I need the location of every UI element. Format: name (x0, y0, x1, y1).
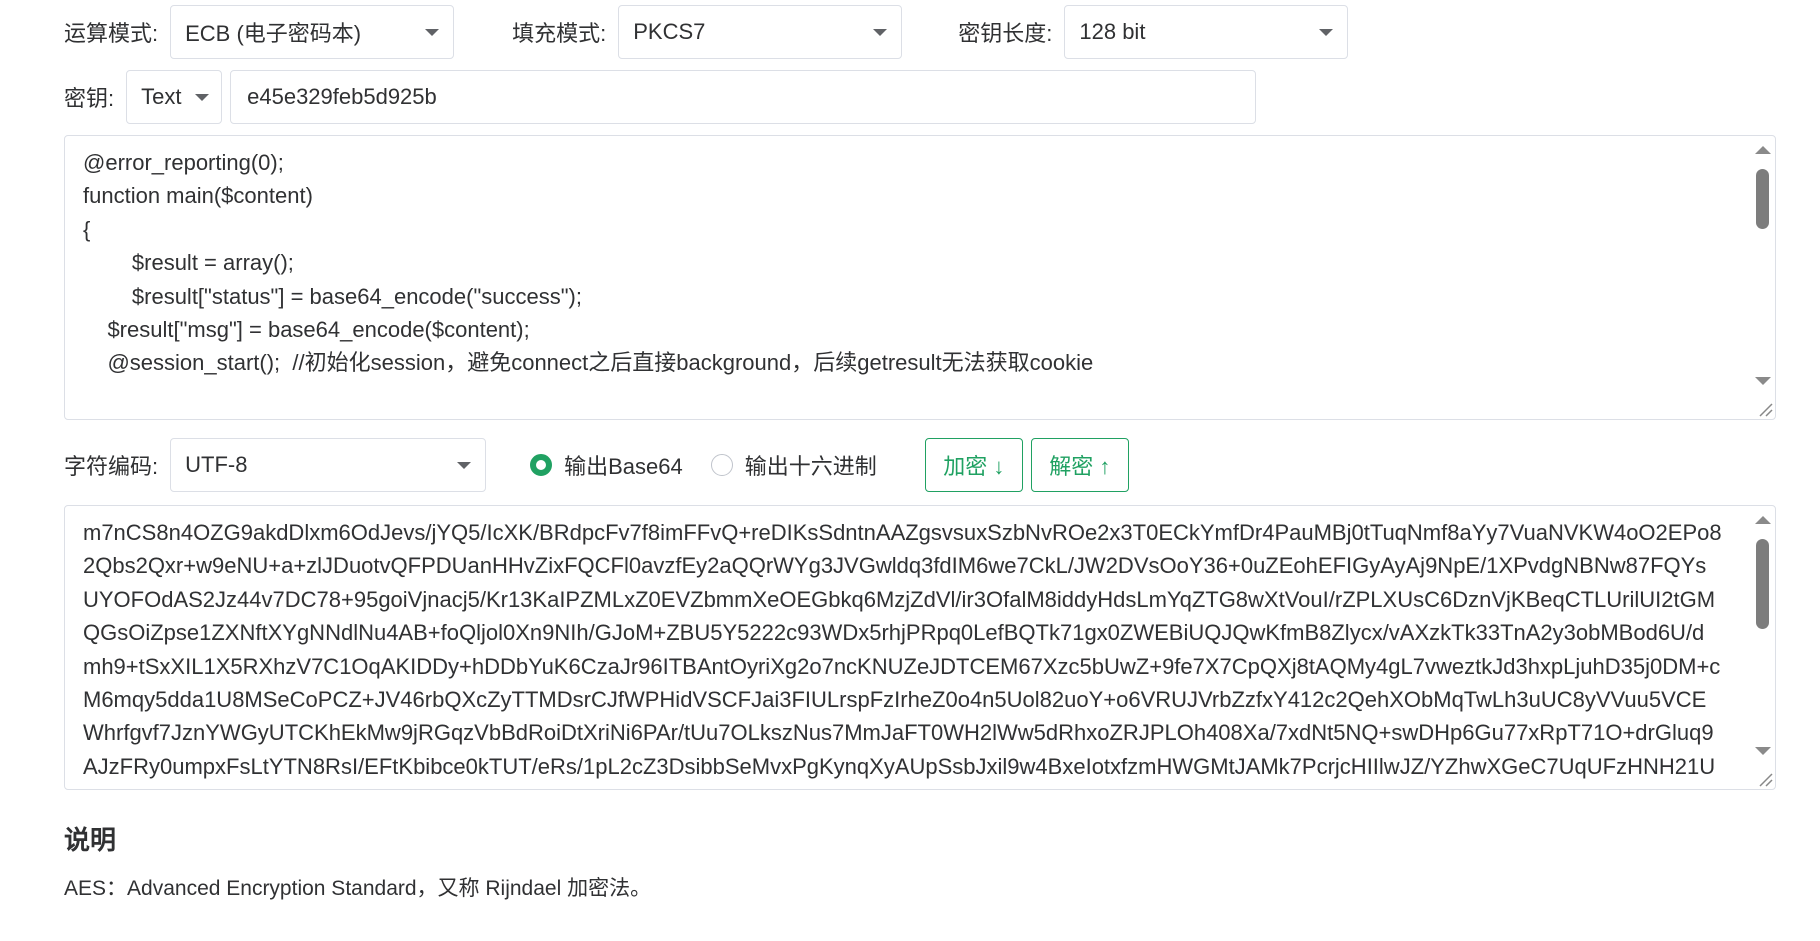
padding-select[interactable]: PKCS7 (618, 5, 903, 59)
code-line: @session_start(); //初始化session，避免connect… (83, 350, 1094, 376)
mode-value: ECB (电子密码本) (185, 21, 362, 46)
code-line: @error_reporting(0); (83, 150, 284, 175)
mode-label: 运算模式: (64, 21, 159, 46)
plaintext-content: @error_reporting(0); function main($conte… (83, 146, 1735, 380)
charset-label: 字符编码: (64, 454, 159, 479)
cipher-line: QGsOiZpse1ZXNftXYgNNdlNu4AB+foQljol0Xn9N… (83, 620, 1705, 646)
chevron-down-icon (195, 94, 210, 101)
scroll-down-arrow-icon[interactable] (1755, 377, 1771, 385)
cipher-line: 2Qbs2Qxr+w9eNU+a+zlJDuotvQFPDUanHHvZixFQ… (83, 553, 1707, 579)
mode-select[interactable]: ECB (电子密码本) (170, 5, 455, 59)
radio-unselected-icon (710, 454, 733, 476)
cipher-line: M6mqy5dda1U8MSeCoPCZ+JV46rbQXcZyTTMDsrCJ… (83, 687, 1707, 713)
chevron-down-icon (457, 462, 472, 469)
decrypt-button[interactable]: 解密 ↑ (1030, 438, 1129, 492)
chevron-down-icon (1319, 29, 1334, 36)
key-input[interactable]: e45e329feb5d925b (230, 70, 1257, 124)
ciphertext-textarea[interactable]: m7nCS8n4OZG9akdDlxm6OdJevs/jYQ5/IcXK/BRd… (64, 505, 1776, 790)
notes-text: AES：Advanced Encryption Standard，又称 Rijn… (64, 877, 652, 900)
padding-label: 填充模式: (512, 21, 607, 46)
scrollbar[interactable] (1749, 506, 1775, 761)
chevron-down-icon (425, 29, 440, 36)
radio-hex-label: 输出十六进制 (744, 454, 877, 479)
code-line: $result = array(); (83, 250, 294, 276)
scrollbar-thumb[interactable] (1756, 169, 1769, 229)
padding-value: PKCS7 (633, 19, 706, 44)
charset-select[interactable]: UTF-8 (170, 438, 487, 492)
options-row: 运算模式: ECB (电子密码本) 填充模式: PKCS7 密钥长度: 128 … (64, 5, 1349, 59)
charset-value: UTF-8 (185, 452, 248, 477)
scroll-up-arrow-icon[interactable] (1755, 146, 1771, 154)
notes-heading: 说明 (64, 825, 117, 855)
code-line: $result["msg"] = base64_encode($content)… (83, 317, 530, 343)
key-length-label: 密钥长度: (958, 21, 1053, 46)
cipher-line: UYOFOdAS2Jz44v7DC78+95goiVjnacj5/Kr13KaI… (83, 586, 1716, 612)
code-line: function main($content) (83, 183, 313, 209)
radio-output-hex[interactable]: 输出十六进制 (710, 449, 877, 481)
code-line: $result["status"] = base64_encode("succe… (83, 283, 582, 309)
ciphertext-content: m7nCS8n4OZG9akdDlxm6OdJevs/jYQ5/IcXK/BRd… (83, 516, 1733, 783)
plaintext-textarea[interactable]: @error_reporting(0); function main($conte… (64, 135, 1776, 420)
resize-handle-icon[interactable] (1757, 771, 1773, 787)
radio-selected-icon (530, 454, 553, 476)
code-line: { (83, 216, 91, 242)
cipher-line: AJzFRy0umpxFsLtYTN8RsI/EFtKbibce0kTUT/eR… (83, 753, 1716, 779)
radio-base64-label: 输出Base64 (564, 454, 683, 479)
key-length-value: 128 bit (1079, 19, 1146, 44)
resize-handle-icon[interactable] (1757, 401, 1773, 417)
scroll-up-arrow-icon[interactable] (1755, 516, 1771, 524)
encrypt-button[interactable]: 加密 ↓ (924, 438, 1023, 492)
key-format-value: Text (141, 84, 182, 109)
key-format-select[interactable]: Text (126, 70, 223, 124)
scrollbar[interactable] (1749, 136, 1775, 391)
key-length-select[interactable]: 128 bit (1064, 5, 1349, 59)
cipher-line: m7nCS8n4OZG9akdDlxm6OdJevs/jYQ5/IcXK/BRd… (83, 520, 1722, 545)
key-row: 密钥: Text e45e329feb5d925b (64, 70, 1257, 124)
charset-row: 字符编码: UTF-8 输出Base64 输出十六进制 加密 ↓ 解密 ↑ (64, 438, 1129, 492)
scrollbar-thumb[interactable] (1756, 539, 1769, 629)
key-label: 密钥: (64, 86, 115, 111)
key-value: e45e329feb5d925b (247, 84, 437, 109)
cipher-line: Whrfgvf7JznYWGyUTCKhEkMw9jRGqzVbBdRoiDtX… (83, 720, 1714, 746)
chevron-down-icon (873, 29, 888, 36)
cipher-line: mh9+tSxXIL1X5RXhzV7C1OqAKIDDy+hDDbYuK6Cz… (83, 653, 1721, 679)
radio-output-base64[interactable]: 输出Base64 (530, 449, 683, 481)
scroll-down-arrow-icon[interactable] (1755, 747, 1771, 755)
